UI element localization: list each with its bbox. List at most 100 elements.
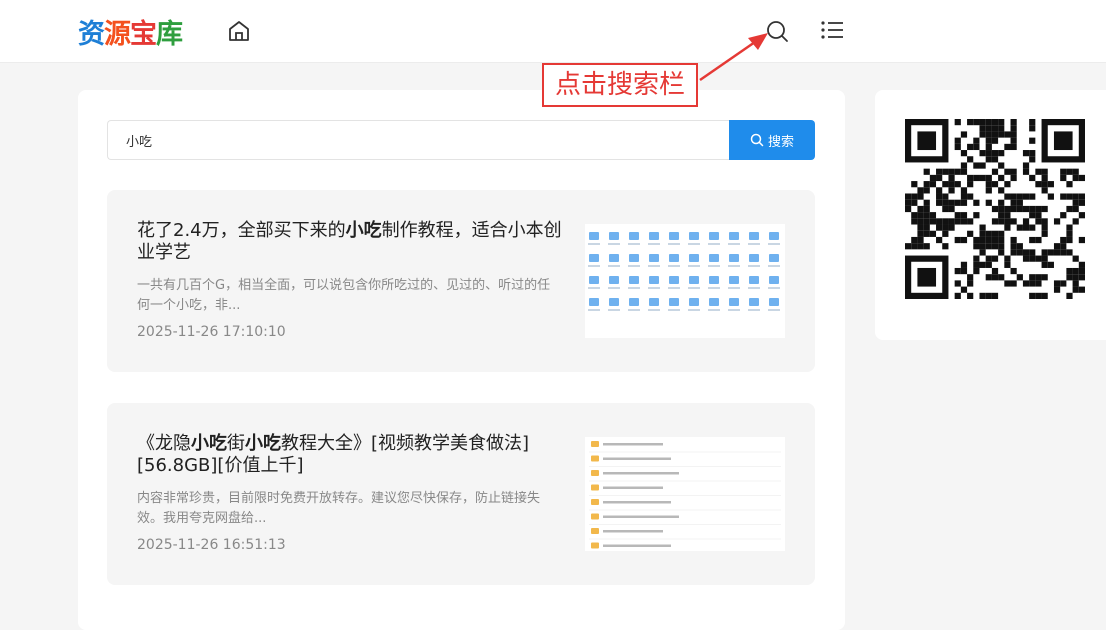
qr-module	[1035, 280, 1042, 287]
folder-label	[728, 243, 740, 245]
qr-module	[991, 205, 999, 213]
qr-module	[954, 218, 961, 225]
folder-icon	[629, 232, 639, 240]
qr-module	[1004, 143, 1011, 151]
search-input[interactable]	[107, 120, 729, 160]
qr-module	[1041, 168, 1048, 175]
qr-module	[911, 236, 918, 244]
qr-module	[1004, 212, 1011, 219]
qr-module	[979, 174, 986, 182]
qr-module	[917, 212, 924, 219]
qr-module	[985, 119, 992, 126]
qr-module	[979, 131, 986, 138]
folder-icon	[629, 276, 639, 284]
folder-label	[603, 544, 671, 547]
qr-module	[1016, 205, 1023, 213]
qr-module	[911, 181, 918, 188]
qr-module	[985, 230, 992, 237]
qr-module	[979, 162, 986, 169]
qr-module	[954, 181, 961, 188]
qr-module	[936, 168, 943, 175]
result-thumbnail[interactable]	[585, 437, 785, 551]
qr-module	[973, 199, 980, 206]
qr-module	[954, 119, 961, 126]
folder-icon	[709, 298, 719, 306]
qr-finder	[1053, 131, 1073, 151]
qr-module	[960, 168, 968, 175]
result-title[interactable]: 花了2.4万，全部买下来的小吃制作教程，适合小本创业学艺	[137, 220, 567, 264]
qr-module	[1016, 199, 1023, 206]
qr-module	[1041, 205, 1048, 213]
qr-module	[1022, 280, 1030, 287]
home-button[interactable]	[226, 18, 252, 44]
qr-module	[1029, 255, 1036, 262]
folder-label	[768, 287, 780, 289]
qr-module	[1053, 286, 1061, 293]
header-search-button[interactable]	[764, 18, 790, 44]
qr-module	[1022, 218, 1030, 225]
qr-module	[942, 218, 949, 225]
qr-module	[998, 218, 1005, 225]
qr-module	[1035, 205, 1042, 213]
qr-module	[985, 131, 992, 138]
qr-module	[985, 187, 992, 194]
qr-module	[1072, 193, 1079, 200]
qr-module	[1004, 261, 1011, 268]
qr-module	[936, 224, 943, 231]
qr-module	[991, 119, 999, 126]
qr-module	[936, 199, 943, 206]
qr-module	[1060, 243, 1067, 250]
qr-module	[923, 168, 930, 175]
qr-module	[985, 181, 992, 188]
qr-module	[1066, 168, 1073, 175]
folder-label	[588, 265, 600, 267]
qr-module	[1016, 274, 1023, 281]
qr-module	[1029, 249, 1036, 256]
qr-module	[923, 205, 930, 213]
qr-module	[942, 205, 949, 213]
menu-button[interactable]	[819, 18, 845, 44]
folder-icon	[591, 441, 599, 447]
qr-module	[960, 286, 968, 293]
qr-module	[923, 199, 930, 206]
result-card[interactable]: 花了2.4万，全部买下来的小吃制作教程，适合小本创业学艺 一共有几百个G，相当全…	[107, 190, 815, 372]
qr-module	[942, 199, 949, 206]
qr-module	[960, 199, 968, 206]
result-title[interactable]: 《龙隐小吃街小吃教程大全》[视频教学美食做法][56.8GB][价值上千]	[137, 433, 567, 477]
qr-module	[998, 199, 1005, 206]
qr-module	[960, 150, 968, 157]
qr-module	[985, 137, 992, 144]
qr-module	[917, 243, 924, 250]
qr-module	[973, 267, 980, 275]
qr-module	[905, 199, 912, 206]
qr-module	[1060, 236, 1067, 244]
search-submit-button[interactable]: 搜索	[729, 120, 815, 160]
folder-label	[588, 309, 600, 311]
folder-label	[648, 287, 660, 289]
folder-icon	[609, 298, 619, 306]
qr-module	[985, 274, 992, 281]
site-logo[interactable]: 资源宝库	[78, 14, 183, 50]
qr-module	[967, 280, 974, 287]
qr-module	[998, 125, 1005, 132]
qr-module	[1047, 181, 1054, 188]
qr-module	[973, 162, 980, 169]
qr-module	[917, 236, 924, 244]
qr-module	[967, 119, 974, 126]
qr-module	[967, 181, 974, 188]
folder-icon	[709, 232, 719, 240]
folder-icon	[609, 232, 619, 240]
qr-module	[1029, 150, 1036, 157]
qr-module	[960, 131, 968, 138]
folder-icon	[609, 276, 619, 284]
qr-module	[1004, 224, 1011, 231]
qr-module	[1072, 274, 1079, 281]
qr-module	[911, 199, 918, 206]
result-card[interactable]: 《龙隐小吃街小吃教程大全》[视频教学美食做法][56.8GB][价值上千] 内容…	[107, 403, 815, 585]
result-date: 2025-11-26 16:51:13	[137, 537, 286, 553]
result-thumbnail[interactable]	[585, 224, 785, 338]
folder-icon	[589, 298, 599, 306]
folder-label	[748, 309, 760, 311]
folder-icon	[669, 254, 679, 262]
qr-module	[998, 205, 1005, 213]
